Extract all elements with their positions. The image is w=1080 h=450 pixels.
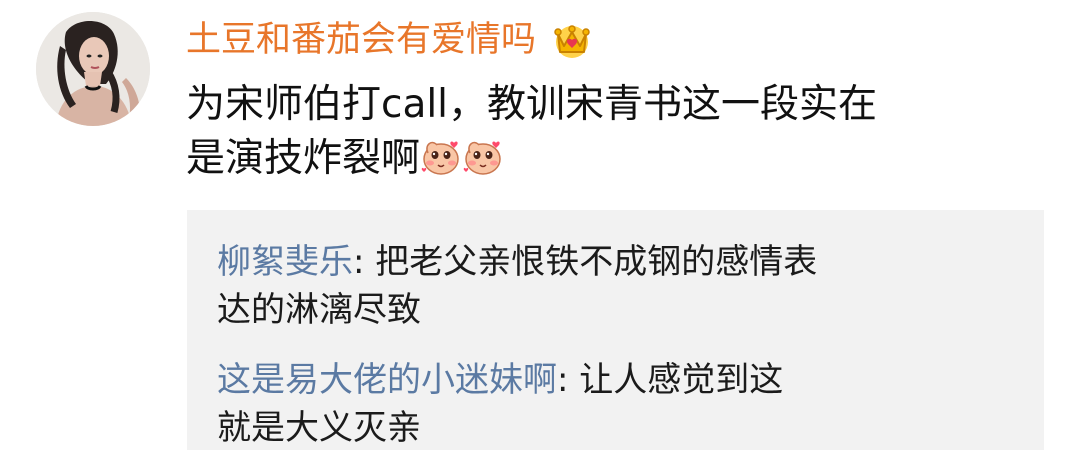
reply-line: 柳絮斐乐: 把老父亲恨铁不成钢的感情表: [217, 238, 817, 286]
avatar-image: [36, 12, 150, 126]
username-link[interactable]: 土豆和番茄会有爱情吗: [186, 14, 536, 66]
reply-text: 让人感觉到这: [579, 360, 784, 400]
comment-text-line: 是演技炸裂啊: [186, 136, 421, 181]
comment-body: 为宋师伯打call，教训宋青书这一段实在 是演技炸裂啊: [186, 78, 986, 186]
cute-blush-emoji-icon: [462, 135, 504, 177]
reply-username-link[interactable]: 柳絮斐乐: [217, 242, 353, 282]
reply-separator: :: [353, 242, 376, 282]
replies-panel[interactable]: 柳絮斐乐: 把老父亲恨铁不成钢的感情表 达的淋漓尽致 这是易大佬的小迷妹啊: 让…: [187, 210, 1044, 450]
reply-line: 这是易大佬的小迷妹啊: 让人感觉到这: [217, 356, 783, 404]
avatar[interactable]: [36, 12, 150, 126]
comment-text-line-2: 是演技炸裂啊: [186, 132, 986, 186]
reply-item[interactable]: 柳絮斐乐: 把老父亲恨铁不成钢的感情表 达的淋漓尽致: [217, 238, 817, 334]
comment-item: 土豆和番茄会有爱情吗 为宋师伯打call，教训宋青书这一段实在 是演技炸裂啊 柳…: [0, 0, 1080, 450]
reply-text: 把老父亲恨铁不成钢的感情表: [375, 242, 818, 282]
reply-text-line-2: 达的淋漓尽致: [217, 290, 421, 330]
reply-text-line-2: 就是大义灭亲: [217, 408, 421, 448]
comment-text-line: 为宋师伯打call，教训宋青书这一段实在: [186, 82, 878, 127]
crown-icon[interactable]: [550, 18, 594, 62]
reply-separator: :: [557, 360, 580, 400]
username-row: 土豆和番茄会有爱情吗: [186, 14, 594, 66]
reply-username-link[interactable]: 这是易大佬的小迷妹啊: [217, 360, 557, 400]
reply-item[interactable]: 这是易大佬的小迷妹啊: 让人感觉到这 就是大义灭亲: [217, 356, 783, 450]
cute-blush-emoji-icon: [420, 135, 462, 177]
